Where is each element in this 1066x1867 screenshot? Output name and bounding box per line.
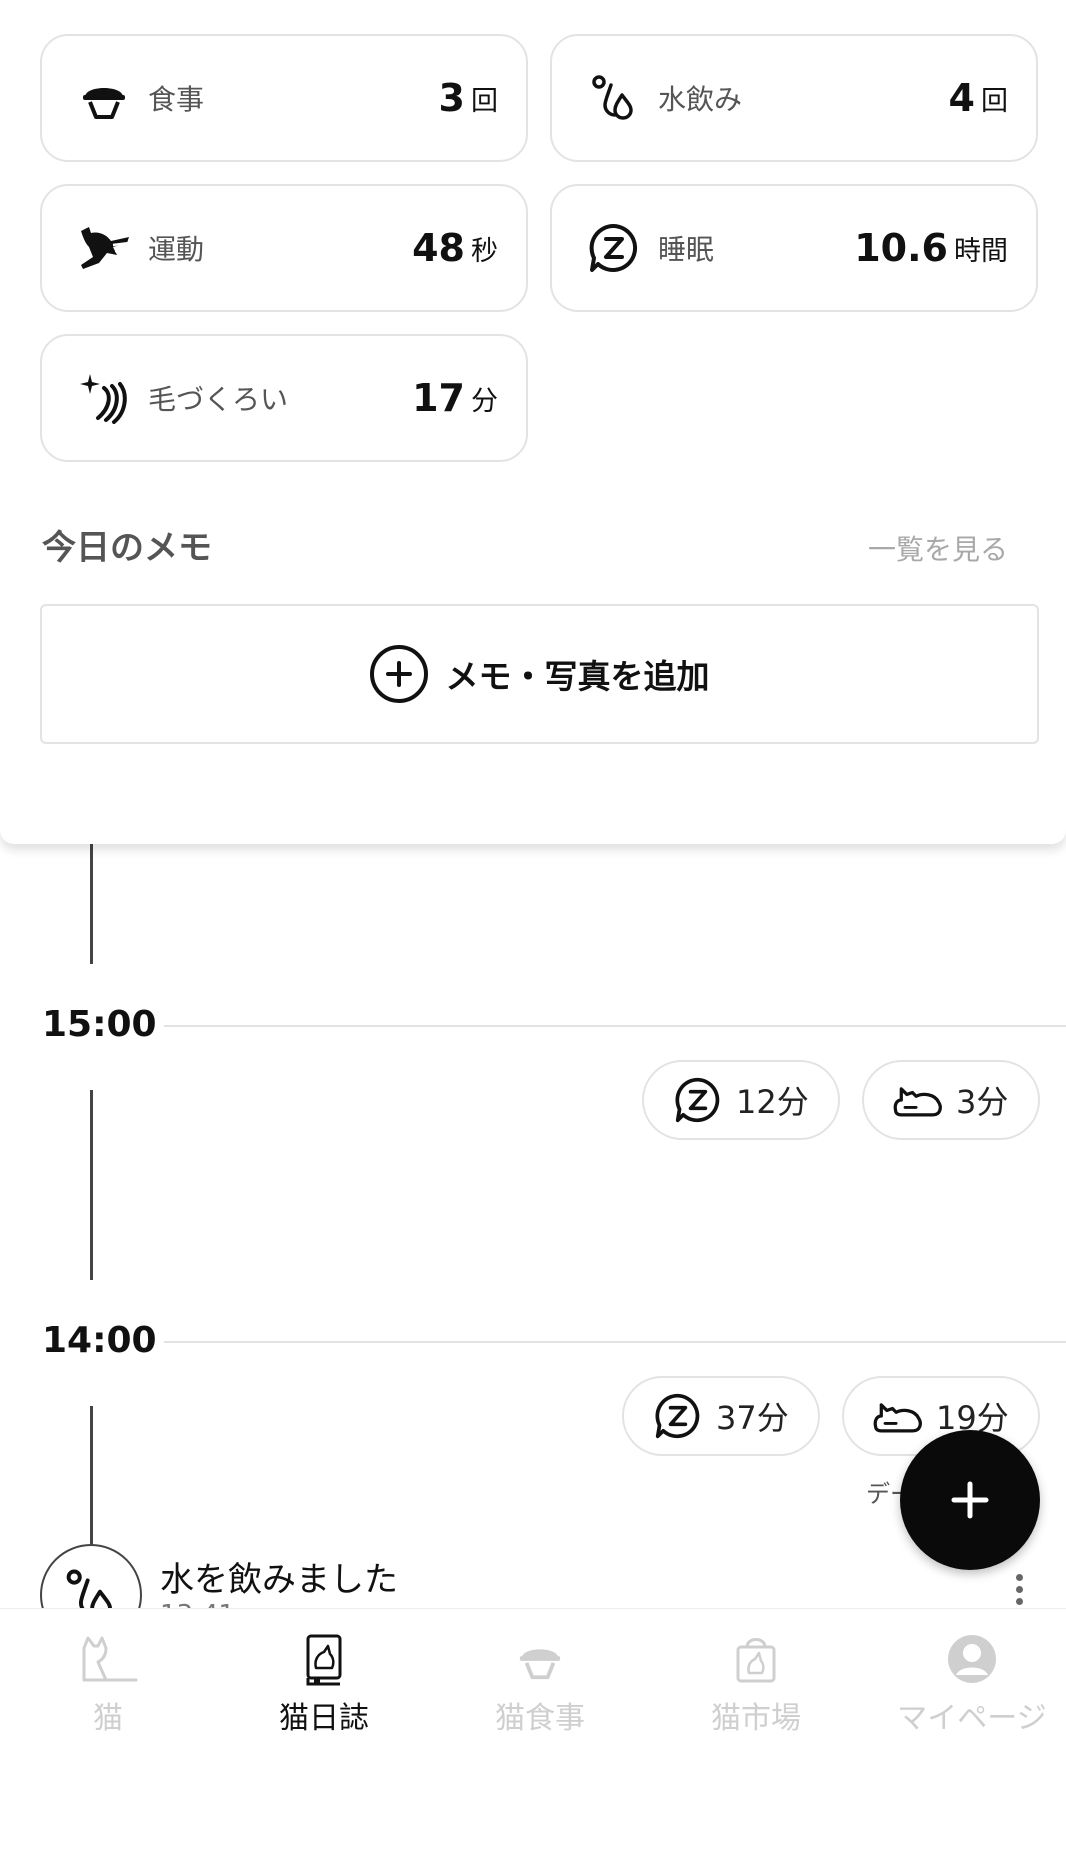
memo-view-all-link[interactable]: 一覧を見る	[868, 528, 1008, 568]
stat-label: 睡眠	[658, 233, 715, 266]
sleep-chip[interactable]: 12分	[642, 1060, 840, 1140]
resting-cat-icon	[872, 1390, 924, 1442]
stat-unit: 回	[981, 85, 1008, 117]
nav-cat[interactable]: 猫	[18, 1629, 198, 1739]
stat-water[interactable]: 水飲み 4 回	[550, 34, 1038, 162]
stat-label: 水飲み	[658, 83, 743, 116]
nav-label: 猫食事	[495, 1701, 585, 1736]
chip-duration: 12分	[736, 1083, 809, 1121]
hour-label: 15:00	[42, 1004, 157, 1045]
grooming-sparkle-icon	[76, 370, 132, 426]
timeline-line	[90, 844, 93, 964]
running-cat-icon	[76, 220, 132, 276]
food-bowl-icon	[76, 70, 132, 126]
plus-icon	[951, 1481, 989, 1519]
stat-sleep[interactable]: 睡眠 10.6 時間	[550, 184, 1038, 312]
memo-heading: 今日のメモ	[42, 528, 212, 568]
stat-value: 17	[412, 376, 465, 420]
shopping-bag-icon	[726, 1629, 786, 1689]
stat-value: 48	[412, 226, 465, 270]
plus-circle-icon	[369, 645, 428, 703]
hour-label: 14:00	[42, 1320, 157, 1361]
nav-label: 猫日誌	[279, 1701, 369, 1736]
stat-grooming[interactable]: 毛づくろい 17 分	[40, 334, 528, 462]
nav-cat-diary[interactable]: 猫日誌	[234, 1629, 414, 1739]
sleep-chip[interactable]: 37分	[622, 1376, 820, 1456]
add-record-fab[interactable]	[900, 1430, 1040, 1570]
water-drop-icon	[586, 70, 642, 126]
stat-unit: 回	[471, 85, 498, 117]
nav-label: マイページ	[897, 1701, 1047, 1736]
nav-my-page[interactable]: マイページ	[882, 1629, 1062, 1739]
sleep-z-icon	[586, 220, 642, 276]
chip-duration: 37分	[716, 1399, 789, 1437]
stat-value: 3	[438, 76, 465, 120]
nav-cat-market[interactable]: 猫市場	[666, 1629, 846, 1739]
user-avatar-icon	[942, 1629, 1002, 1689]
stat-label: 食事	[148, 83, 205, 116]
stat-label: 運動	[148, 233, 205, 266]
daily-summary-card: 食事 3 回 水飲み 4 回 運動 48 秒 睡眠 10.6 時間 毛づくろい …	[0, 0, 1066, 844]
bottom-navigation: 猫 猫日誌 猫食事 猫市場 マイページ	[0, 1608, 1066, 1867]
rest-chip[interactable]: 3分	[862, 1060, 1040, 1140]
diary-book-icon	[294, 1629, 354, 1689]
timeline-line	[90, 1406, 93, 1546]
cat-icon	[78, 1629, 138, 1689]
sleep-z-icon	[652, 1390, 704, 1442]
food-bowl-icon	[510, 1629, 570, 1689]
stat-meals[interactable]: 食事 3 回	[40, 34, 528, 162]
nav-cat-food[interactable]: 猫食事	[450, 1629, 630, 1739]
stat-label: 毛づくろい	[148, 383, 289, 416]
event-title[interactable]: 水を飲みました	[160, 1552, 398, 1601]
stat-unit: 分	[471, 385, 498, 417]
stat-value: 10.6	[854, 226, 948, 270]
hour-divider	[164, 1341, 1066, 1343]
timeline-line	[90, 1090, 93, 1280]
sleep-z-icon	[672, 1074, 724, 1126]
nav-label: 猫	[93, 1701, 123, 1736]
stat-exercise[interactable]: 運動 48 秒	[40, 184, 528, 312]
nav-label: 猫市場	[711, 1701, 801, 1736]
add-memo-label: メモ・写真を追加	[445, 657, 710, 696]
stat-value: 4	[948, 76, 975, 120]
resting-cat-icon	[892, 1074, 944, 1126]
chip-duration: 3分	[956, 1083, 1009, 1121]
add-memo-photo-button[interactable]: メモ・写真を追加	[40, 604, 1039, 744]
hour-divider	[164, 1025, 1066, 1027]
stat-unit: 秒	[471, 235, 498, 267]
stat-unit: 時間	[954, 235, 1008, 267]
